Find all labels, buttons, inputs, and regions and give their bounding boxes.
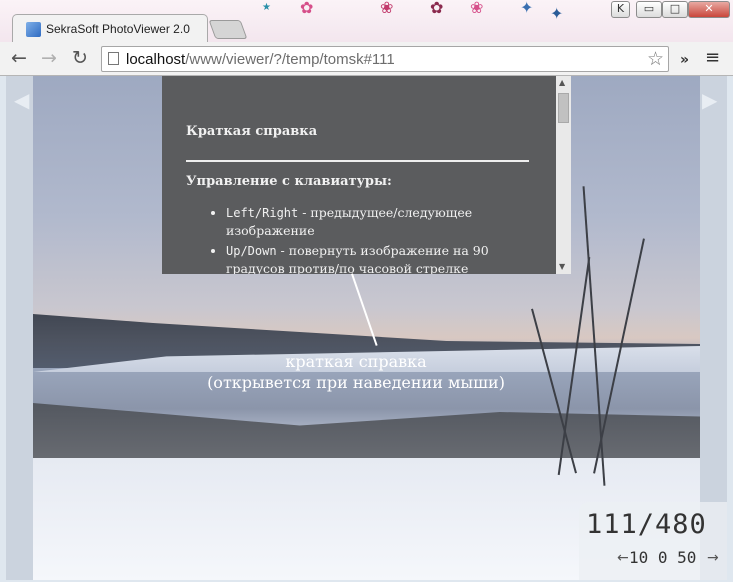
reload-icon[interactable]: ↻ [72,48,88,68]
page-icon [108,52,119,65]
help-panel[interactable]: Краткая справка Управление с клавиатуры:… [162,76,571,274]
tab-photoviewer[interactable]: SekraSoft PhotoViewer 2.0 [12,14,208,42]
next-arrow-icon[interactable]: ▶ [702,88,717,112]
help-callout: краткая справка (открывется при наведени… [207,352,505,392]
butterfly-decoration-icon: ✦ [520,0,534,17]
previous-image-zone[interactable]: ◀ [6,76,33,580]
star-decoration-icon: ★ [262,2,271,13]
close-window-button[interactable]: ✕ [688,1,730,18]
scroll-up-icon[interactable]: ▲ [559,78,565,87]
image-counter: 111/480 [586,509,707,540]
help-divider [186,160,529,162]
scroll-thumb[interactable] [558,93,569,123]
help-scrollbar[interactable]: ▲ ▼ [556,76,571,274]
zoom-left-arrow-icon[interactable]: ← [617,550,629,566]
browser-toolbar: ← → ↻ localhost/www/viewer/?/temp/tomsk#… [0,42,733,76]
butterfly-decoration-icon: ✦ [550,4,564,23]
image-counter-panel: 111/480 ← 10 0 50 → [579,502,727,580]
profile-button[interactable]: K [611,1,630,18]
url-text: localhost/www/viewer/?/temp/tomsk#111 [126,51,395,68]
forward-arrow-icon[interactable]: → [41,48,57,68]
zoom-readout: 10 0 50 [629,548,697,567]
star-icon[interactable]: ☆ [647,48,664,70]
previous-arrow-icon[interactable]: ◀ [14,88,29,112]
list-item: Left/Right - предыдущее/следующее изобра… [226,204,521,240]
tab-title: SekraSoft PhotoViewer 2.0 [46,22,190,36]
photo-viewer: ◀ ▶ Краткая справка Управление с клавиат… [6,76,727,580]
flower-decoration-icon: ❀ [380,0,394,17]
flower-decoration-icon: ✿ [300,0,314,17]
menu-icon[interactable]: ≡ [705,48,720,68]
zoom-right-arrow-icon[interactable]: → [707,550,719,566]
help-subtitle: Управление с клавиатуры: [186,174,392,189]
chevron-icon[interactable]: » [680,50,689,70]
favicon-icon [26,22,41,37]
minimize-button[interactable]: ▭ [636,1,662,18]
list-item: Up/Down - повернуть изображение на 90 гр… [226,242,521,274]
help-title: Краткая справка [186,124,318,139]
help-list: Left/Right - предыдущее/следующее изобра… [186,204,521,274]
flower-decoration-icon: ✿ [430,0,444,17]
scroll-down-icon[interactable]: ▼ [559,262,565,271]
new-tab-button[interactable] [208,20,248,39]
back-arrow-icon[interactable]: ← [11,48,27,68]
address-bar[interactable]: localhost/www/viewer/?/temp/tomsk#111 ☆ [101,46,669,72]
flower-decoration-icon: ❀ [470,0,484,17]
maximize-button[interactable]: □ [662,1,688,18]
tab-strip: ✿ ❀ ✿ ❀ ✦ ✦ ★ SekraSoft PhotoViewer 2.0 … [0,0,733,42]
